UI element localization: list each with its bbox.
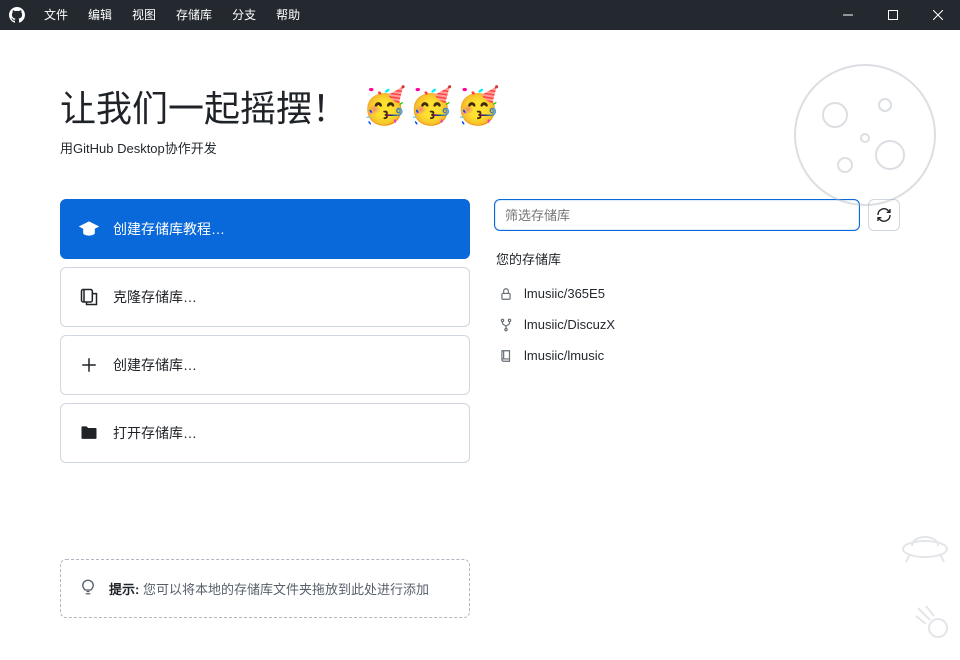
tutorial-label: 创建存储库教程… (113, 219, 225, 239)
ufo-icon (900, 524, 950, 564)
lock-icon (498, 287, 514, 301)
menu-branch[interactable]: 分支 (222, 0, 266, 30)
lightbulb-icon (79, 578, 97, 599)
repo-name: lmusiic/DiscuzX (524, 317, 615, 332)
party-face-icon: 🥳 (456, 88, 501, 124)
menu-bar: 文件 编辑 视图 存储库 分支 帮助 (34, 0, 310, 30)
tip-text: 提示: 您可以将本地的存储库文件夹拖放到此处进行添加 (109, 579, 429, 598)
mortarboard-icon (79, 219, 99, 239)
repo-item[interactable]: lmusiic/lmusic (494, 340, 900, 371)
menu-view[interactable]: 视图 (122, 0, 166, 30)
comet-icon (914, 604, 950, 640)
hero-title: 让我们一起摇摆！ 🥳 🥳 🥳 (60, 80, 900, 132)
repos-header: 您的存储库 (496, 249, 900, 268)
app-logo (0, 7, 34, 23)
maximize-button[interactable] (870, 0, 915, 30)
create-label: 创建存储库… (113, 355, 197, 375)
moon-decoration (790, 60, 940, 215)
maximize-icon (888, 10, 898, 20)
menu-edit[interactable]: 编辑 (78, 0, 122, 30)
window-controls (825, 0, 960, 30)
menu-file[interactable]: 文件 (34, 0, 78, 30)
party-face-icon: 🥳 (362, 88, 407, 124)
hero-subtitle: 用GitHub Desktop协作开发 (60, 138, 900, 157)
plus-icon (79, 356, 99, 374)
bottom-decorations (900, 524, 950, 640)
hero-emoji-group: 🥳 🥳 🥳 (362, 88, 500, 124)
titlebar: 文件 编辑 视图 存储库 分支 帮助 (0, 0, 960, 30)
minimize-icon (843, 10, 853, 20)
menu-help[interactable]: 帮助 (266, 0, 310, 30)
fork-icon (498, 318, 514, 332)
tip-body: 您可以将本地的存储库文件夹拖放到此处进行添加 (143, 582, 429, 597)
create-button[interactable]: 创建存储库… (60, 335, 470, 395)
repo-icon (498, 349, 514, 363)
open-label: 打开存储库… (113, 423, 197, 443)
left-column: 创建存储库教程… 克隆存储库… 创建存储库… 打开存储库… (60, 199, 470, 618)
repo-item[interactable]: lmusiic/365E5 (494, 278, 900, 309)
close-button[interactable] (915, 0, 960, 30)
party-face-icon: 🥳 (409, 88, 454, 124)
folder-icon (79, 423, 99, 443)
tutorial-button[interactable]: 创建存储库教程… (60, 199, 470, 259)
tip-box: 提示: 您可以将本地的存储库文件夹拖放到此处进行添加 (60, 559, 470, 618)
right-column: 您的存储库 lmusiic/365E5 lmusiic/DiscuzX lmus… (494, 199, 900, 618)
clone-button[interactable]: 克隆存储库… (60, 267, 470, 327)
menu-repository[interactable]: 存储库 (166, 0, 222, 30)
clone-repo-icon (79, 287, 99, 307)
repo-item[interactable]: lmusiic/DiscuzX (494, 309, 900, 340)
main-content: 让我们一起摇摆！ 🥳 🥳 🥳 用GitHub Desktop协作开发 创建存储库… (0, 30, 960, 660)
repo-name: lmusiic/lmusic (524, 348, 604, 363)
minimize-button[interactable] (825, 0, 870, 30)
repo-name: lmusiic/365E5 (524, 286, 605, 301)
close-icon (933, 10, 943, 20)
hero-title-text: 让我们一起摇摆！ (60, 80, 348, 132)
open-button[interactable]: 打开存储库… (60, 403, 470, 463)
tip-label: 提示: (109, 582, 139, 597)
clone-label: 克隆存储库… (113, 287, 197, 307)
